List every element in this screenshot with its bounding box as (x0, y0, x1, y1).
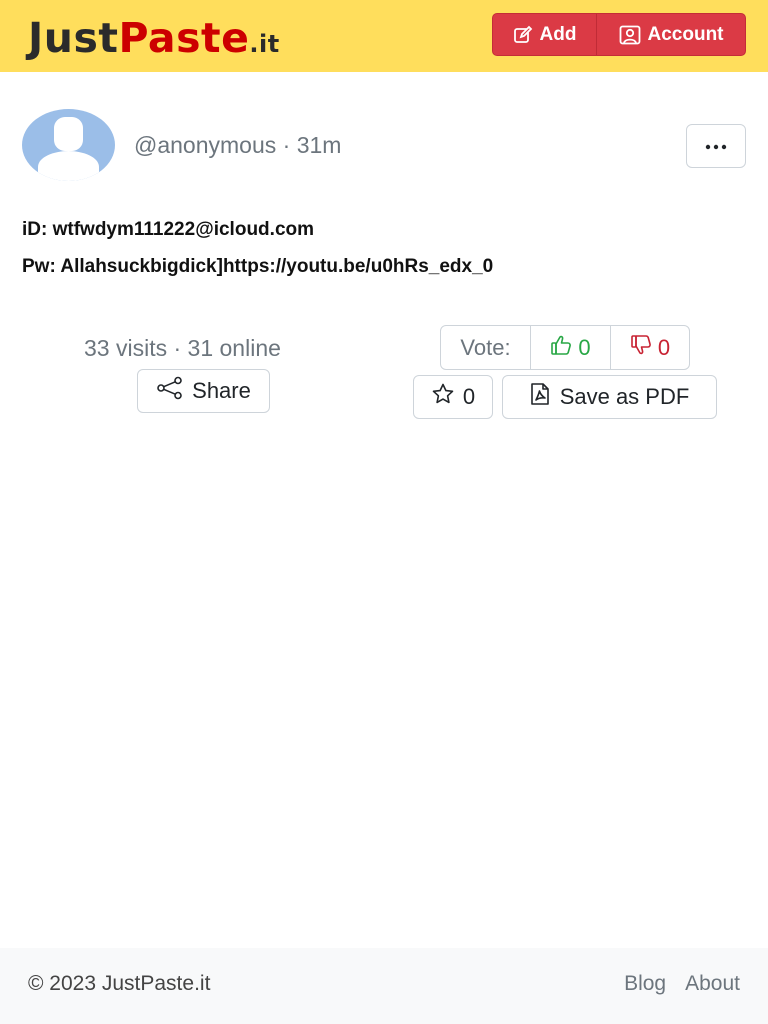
downvote-button[interactable]: 0 (611, 326, 689, 369)
author-name[interactable]: @anonymous (134, 132, 276, 158)
add-button-label: Add (539, 23, 577, 45)
header-button-group: Add Account (492, 13, 746, 56)
visit-stats: 33 visits · 31 online (84, 335, 281, 362)
footer-link-about[interactable]: About (685, 972, 740, 996)
pencil-square-icon (513, 25, 533, 45)
copyright-text: © 2023 JustPaste.it (28, 972, 211, 995)
visit-count: 33 visits (84, 335, 168, 361)
save-pdf-button[interactable]: Save as PDF (502, 375, 717, 419)
online-count: 31 online (187, 335, 281, 361)
account-button[interactable]: Account (597, 14, 745, 55)
site-header: JustPaste.it Add Account (0, 0, 768, 72)
person-square-icon (619, 25, 641, 45)
file-pdf-icon (530, 382, 550, 412)
thumbs-down-icon (630, 334, 652, 362)
favorite-count: 0 (462, 384, 476, 409)
logo-paste: Paste (118, 14, 250, 62)
downvote-count: 0 (657, 334, 671, 360)
vote-label: Vote: (441, 326, 531, 369)
stats-separator: · (173, 335, 182, 361)
account-button-label: Account (647, 23, 724, 45)
share-icon (156, 376, 184, 406)
footer-links: Blog About (624, 972, 740, 996)
vote-group: Vote: 0 0 (440, 325, 690, 370)
logo-tld: .it (249, 30, 280, 58)
meta-separator: · (282, 132, 291, 158)
favorite-button[interactable]: 0 (413, 375, 493, 419)
share-button[interactable]: Share (137, 369, 270, 413)
content-line: Pw: Allahsuckbigdick]https://youtu.be/u0… (22, 256, 494, 277)
footer-link-blog[interactable]: Blog (624, 972, 666, 996)
avatar (22, 109, 115, 181)
save-pdf-label: Save as PDF (559, 384, 690, 409)
paste-content: iD: wtfwdym111222@icloud.com Pw: Allahsu… (22, 218, 748, 292)
site-footer: © 2023 JustPaste.it Blog About (0, 948, 768, 1024)
post-age: 31m (296, 132, 342, 158)
thumbs-up-icon (550, 334, 572, 362)
logo-just: Just (28, 14, 119, 62)
upvote-count: 0 (578, 334, 591, 360)
star-icon (431, 382, 455, 412)
share-label: Share (192, 378, 251, 403)
more-options-button[interactable] (686, 124, 746, 168)
upvote-button[interactable]: 0 (531, 326, 611, 369)
post-meta: @anonymous · 31m (134, 132, 341, 159)
content-line: iD: wtfwdym111222@icloud.com (22, 219, 315, 240)
three-dots-icon (705, 137, 727, 155)
site-logo[interactable]: JustPaste.it (28, 14, 280, 68)
add-button[interactable]: Add (493, 14, 597, 55)
